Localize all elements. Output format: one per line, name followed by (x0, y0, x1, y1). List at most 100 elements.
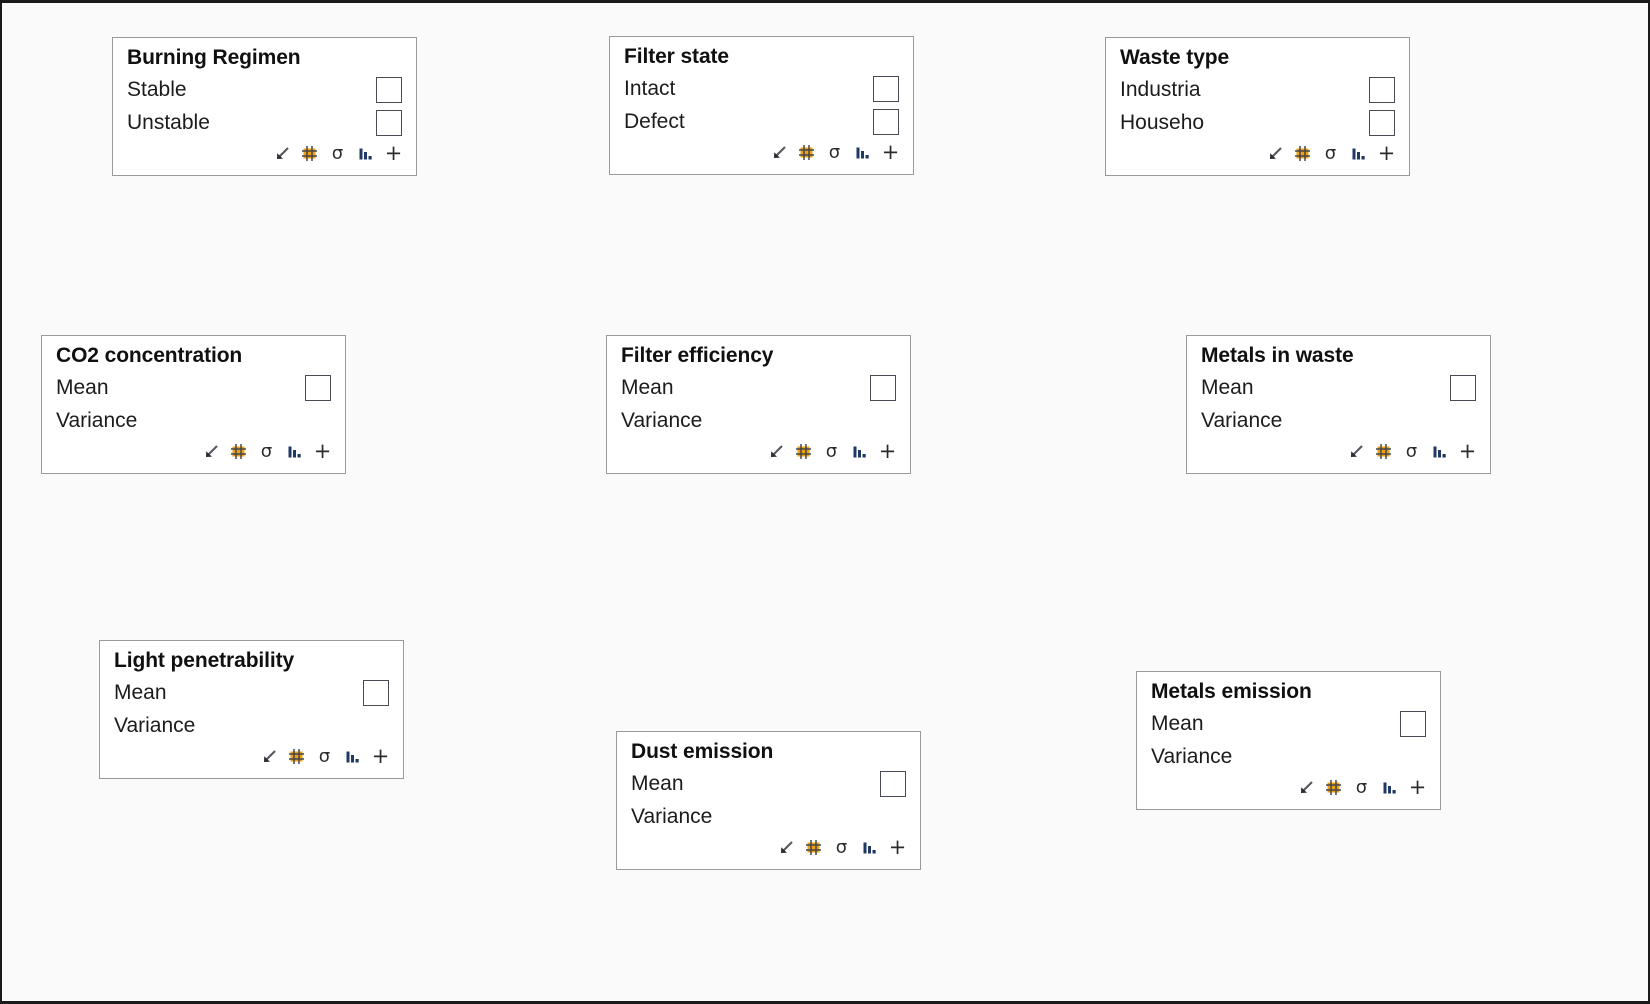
table-grid-icon[interactable] (798, 144, 815, 161)
node-state-checkbox[interactable] (880, 771, 906, 797)
bar-chart-icon[interactable] (1350, 145, 1367, 162)
bar-chart-icon[interactable] (357, 145, 374, 162)
collapse-arrow-icon[interactable] (777, 839, 794, 856)
node-state-row[interactable]: Intact (624, 73, 899, 106)
node-state-label: Mean (631, 772, 684, 795)
add-plus-icon[interactable]: + (385, 145, 402, 162)
node-toolbar: σ+ (114, 746, 389, 768)
sigma-icon[interactable]: σ (833, 839, 850, 856)
add-plus-icon[interactable]: + (372, 748, 389, 765)
sigma-icon[interactable]: σ (1322, 145, 1339, 162)
node-state-checkbox[interactable] (873, 109, 899, 135)
collapse-arrow-icon[interactable] (1347, 443, 1364, 460)
sigma-icon[interactable]: σ (826, 144, 843, 161)
node-card-filter-state[interactable]: Filter state Intact Defect σ + (609, 36, 914, 175)
node-state-list: Stable Unstable (127, 74, 402, 140)
node-state-row[interactable]: Mean (621, 372, 896, 405)
node-state-checkbox[interactable] (1400, 711, 1426, 737)
node-state-checkbox[interactable] (870, 375, 896, 401)
node-state-row[interactable]: Mean (1201, 372, 1476, 405)
collapse-arrow-icon[interactable] (260, 748, 277, 765)
node-state-row[interactable]: Househo (1120, 107, 1395, 140)
bar-chart-icon[interactable] (854, 144, 871, 161)
node-state-row[interactable]: Stable (127, 74, 402, 107)
bar-chart-icon[interactable] (851, 443, 868, 460)
table-grid-icon[interactable] (301, 145, 318, 162)
table-grid-icon[interactable] (1325, 779, 1342, 796)
node-state-label: Unstable (127, 111, 210, 134)
bar-chart-icon[interactable] (344, 748, 361, 765)
node-state-checkbox[interactable] (1369, 110, 1395, 136)
add-plus-icon[interactable]: + (1459, 443, 1476, 460)
sigma-icon[interactable]: σ (329, 145, 346, 162)
node-title: Filter state (624, 45, 899, 69)
node-title: Light penetrability (114, 649, 389, 673)
node-state-row[interactable]: Variance (631, 801, 906, 834)
node-card-dust-emission[interactable]: Dust emissionMeanVarianceσ+ (616, 731, 921, 870)
collapse-arrow-icon[interactable] (202, 443, 219, 460)
sigma-icon[interactable]: σ (1353, 779, 1370, 796)
table-grid-icon[interactable] (805, 839, 822, 856)
add-plus-icon[interactable]: + (882, 144, 899, 161)
sigma-icon[interactable]: σ (258, 443, 275, 460)
node-state-checkbox[interactable] (1369, 77, 1395, 103)
add-plus-icon[interactable]: + (889, 839, 906, 856)
bar-chart-icon[interactable] (861, 839, 878, 856)
sigma-icon[interactable]: σ (316, 748, 333, 765)
node-card-filter-efficiency[interactable]: Filter efficiencyMeanVarianceσ+ (606, 335, 911, 474)
collapse-arrow-icon[interactable] (1266, 145, 1283, 162)
node-state-list: Intact Defect (624, 73, 899, 139)
node-state-row[interactable]: Industria (1120, 74, 1395, 107)
bar-chart-icon[interactable] (1431, 443, 1448, 460)
node-state-label: Industria (1120, 78, 1201, 101)
node-state-label: Mean (1201, 376, 1254, 399)
table-grid-icon[interactable] (288, 748, 305, 765)
node-card-co2-concentration[interactable]: CO2 concentrationMeanVarianceσ+ (41, 335, 346, 474)
sigma-icon[interactable]: σ (823, 443, 840, 460)
bar-chart-icon[interactable] (286, 443, 303, 460)
table-grid-icon[interactable] (795, 443, 812, 460)
node-toolbar: σ+ (56, 441, 331, 463)
diagram-canvas[interactable]: Burning RegimenStableUnstableσ+Filter st… (0, 0, 1650, 1004)
add-plus-icon[interactable]: + (879, 443, 896, 460)
node-state-checkbox[interactable] (376, 110, 402, 136)
node-state-label: Defect (624, 110, 685, 133)
node-state-row[interactable]: Variance (56, 405, 331, 438)
table-grid-icon[interactable] (1375, 443, 1392, 460)
node-state-row[interactable]: Mean (114, 677, 389, 710)
node-state-checkbox[interactable] (376, 77, 402, 103)
node-state-checkbox[interactable] (305, 375, 331, 401)
sigma-icon[interactable]: σ (1403, 443, 1420, 460)
add-plus-icon[interactable]: + (1409, 779, 1426, 796)
collapse-arrow-icon[interactable] (273, 145, 290, 162)
node-state-row[interactable]: Mean (631, 768, 906, 801)
node-state-label: Househo (1120, 111, 1204, 134)
bar-chart-icon[interactable] (1381, 779, 1398, 796)
node-state-checkbox[interactable] (873, 76, 899, 102)
node-state-checkbox[interactable] (1450, 375, 1476, 401)
table-grid-icon[interactable] (1294, 145, 1311, 162)
node-card-metals-in-waste[interactable]: Metals in waste Mean Variance σ + (1186, 335, 1491, 474)
node-card-waste-type[interactable]: Waste typeIndustriaHousehoσ+ (1105, 37, 1410, 176)
node-state-row[interactable]: Unstable (127, 107, 402, 140)
node-state-row[interactable]: Variance (1151, 741, 1426, 774)
collapse-arrow-icon[interactable] (770, 144, 787, 161)
node-card-burning-regimen[interactable]: Burning Regimen Stable Unstable σ + (112, 37, 417, 176)
node-state-row[interactable]: Defect (624, 106, 899, 139)
add-plus-icon[interactable]: + (314, 443, 331, 460)
node-state-label: Variance (56, 409, 137, 432)
node-state-row[interactable]: Variance (1201, 405, 1476, 438)
collapse-arrow-icon[interactable] (1297, 779, 1314, 796)
node-card-light-penetrability[interactable]: Light penetrabilityMeanVarianceσ+ (99, 640, 404, 779)
node-card-metals-emission[interactable]: Metals emissionMeanVarianceσ+ (1136, 671, 1441, 810)
node-state-row[interactable]: Variance (114, 710, 389, 743)
collapse-arrow-icon[interactable] (767, 443, 784, 460)
node-state-row[interactable]: Mean (56, 372, 331, 405)
node-state-checkbox[interactable] (363, 680, 389, 706)
add-plus-icon[interactable]: + (1378, 145, 1395, 162)
node-title: Metals in waste (1201, 344, 1476, 368)
table-grid-icon[interactable] (230, 443, 247, 460)
node-state-row[interactable]: Variance (621, 405, 896, 438)
node-title: Burning Regimen (127, 46, 402, 70)
node-state-row[interactable]: Mean (1151, 708, 1426, 741)
